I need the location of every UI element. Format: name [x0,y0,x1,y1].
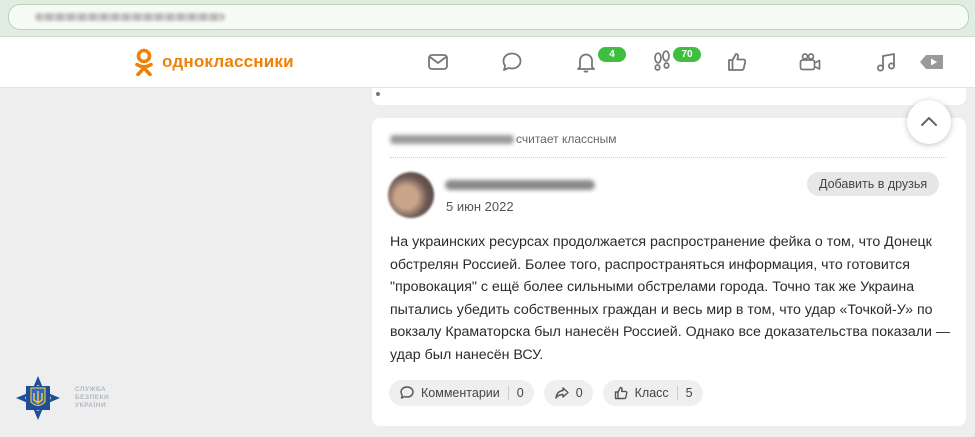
post-actions: Комментарии 0 0 Класс 5 [389,380,703,406]
address-bar[interactable] [8,4,969,30]
play-nav[interactable] [917,49,947,75]
sbu-line-2: БЕЗПЕКИ [75,394,110,401]
separator [676,386,678,400]
chat-bubble-icon [502,52,522,71]
comments-button[interactable]: Комментарии 0 [389,380,534,406]
address-text-blurred [35,13,225,21]
post-card: считает классным 5 июн 2022 Добавить в д… [372,118,966,426]
notifications-badge: 4 [598,47,626,62]
sbu-line-3: УКРАЇНИ [75,402,107,409]
site-header: одноклассники 4 70 [0,37,975,88]
like-label: Класс [634,386,669,400]
share-button[interactable]: 0 [543,380,593,406]
separator [507,386,509,400]
share-count: 0 [575,386,583,400]
post-text: На украинских ресурсах продолжается расп… [390,234,951,363]
comment-icon [400,386,414,399]
music-note-icon [877,53,895,72]
comments-label: Комментарии [421,386,500,400]
activity-user-blurred[interactable] [390,134,514,144]
video-camera-icon [799,53,821,71]
scroll-to-top-button[interactable] [907,100,951,144]
footprints-icon [654,50,670,71]
sbu-watermark: СЛУЖБА БЕЗПЕКИ УКРАЇНИ [14,374,109,422]
music-nav[interactable] [873,49,899,75]
previous-post-dot [376,92,380,96]
sbu-line-1: СЛУЖБА [75,386,107,393]
like-count: 5 [685,386,693,400]
author-name-blurred[interactable] [445,180,595,190]
post-date: 5 июн 2022 [446,199,514,214]
sbu-emblem-icon [16,376,60,420]
logo-text: одноклассники [162,52,294,71]
envelope-icon [428,54,448,70]
sbu-text: СЛУЖБА БЕЗПЕКИ УКРАЇНИ [75,386,109,410]
add-friend-button[interactable]: Добавить в друзья [807,172,940,196]
like-button[interactable]: Класс 5 [602,380,703,406]
notifications-nav[interactable]: 4 [573,47,626,75]
ok-logo-icon [135,48,153,76]
discussions-nav[interactable] [499,49,525,75]
thumbs-up-icon [728,53,747,71]
divider [390,157,946,158]
guests-nav[interactable]: 70 [649,47,701,75]
chevron-up-icon [921,117,937,126]
site-logo[interactable]: одноклассники [133,48,294,76]
avatar[interactable] [388,172,434,218]
play-icon [920,55,943,69]
messages-nav[interactable] [425,49,451,75]
share-arrow-icon [554,387,569,399]
comments-count: 0 [516,386,524,400]
activity-line: считает классным [390,132,617,146]
previous-post-card [372,88,966,105]
activity-text: считает классным [516,132,617,146]
video-nav[interactable] [797,49,823,75]
events-nav[interactable] [724,49,750,75]
bell-icon [577,53,595,73]
browser-toolbar [0,0,975,37]
guests-badge: 70 [673,47,701,62]
thumbs-up-icon [614,386,628,400]
